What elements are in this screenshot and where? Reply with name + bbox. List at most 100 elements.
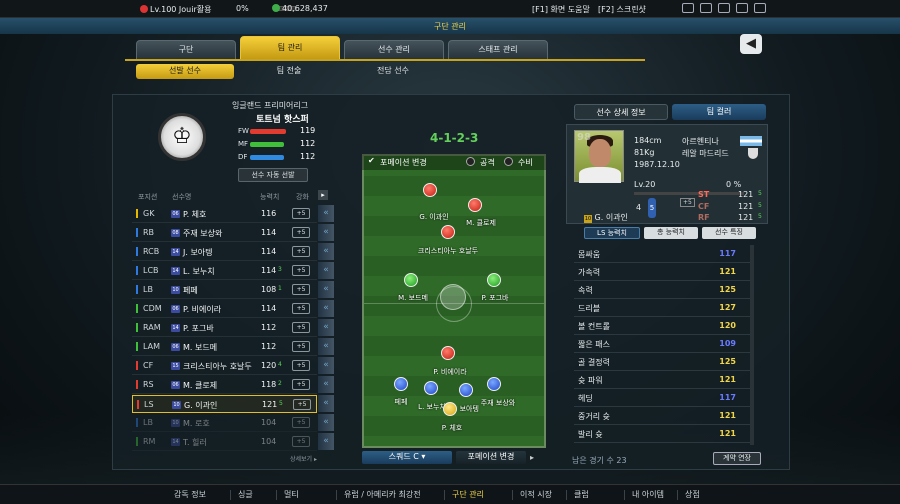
roster-row[interactable]: LAM 06 M. 보드메 112 +5	[132, 338, 317, 356]
screenshot-button[interactable]: [F2] 스크린샷	[598, 4, 646, 15]
stat-scrollbar[interactable]	[750, 245, 754, 445]
defense-toggle[interactable]	[504, 157, 513, 166]
calendar-icon[interactable]	[700, 3, 712, 13]
player-marker[interactable]	[459, 383, 473, 397]
row-chevron-icon[interactable]: «	[318, 300, 334, 317]
top-icons	[676, 3, 766, 16]
roster-row[interactable]: LB 10 페페 108 1 +5	[132, 281, 317, 299]
checklist-icon[interactable]	[718, 3, 730, 13]
player-marker[interactable]	[487, 377, 501, 391]
stat-value: 120	[719, 321, 736, 330]
bottom-nav-item[interactable]: 클럽	[574, 489, 589, 500]
menu-icon[interactable]	[754, 3, 766, 13]
back-button[interactable]: ◀	[740, 34, 762, 54]
formation-change-label[interactable]: 포메이션 변경	[380, 157, 427, 168]
roster-row[interactable]: RCB 14 J. 보아텡 114 +5	[132, 243, 317, 261]
stat-fw-bar	[250, 129, 286, 134]
row-chevron-icon[interactable]: «	[318, 243, 334, 260]
upgrade-badge[interactable]: +5	[292, 417, 310, 428]
roster-scroll-button[interactable]: ▸	[318, 190, 328, 200]
row-chevron-icon[interactable]: «	[318, 357, 334, 374]
auto-select-button[interactable]: 선수 자동 선발	[238, 168, 308, 182]
player-marker[interactable]	[424, 381, 438, 395]
subtab-dedicated[interactable]: 전담 선수	[344, 64, 442, 79]
player-traits-button[interactable]: 선수 특징	[702, 227, 756, 239]
total-stats-button[interactable]: 총 능력치	[644, 227, 698, 239]
position-label: LB	[136, 418, 153, 427]
stat-name: 가속력	[578, 268, 601, 277]
formation-arrow-icon[interactable]: ▸	[530, 453, 534, 462]
upgrade-badge[interactable]: +5	[292, 303, 310, 314]
attack-toggle[interactable]	[466, 157, 475, 166]
bottom-nav-item[interactable]: 싱글	[238, 489, 253, 500]
detail-view-link[interactable]: 상세보기 ▸	[290, 454, 317, 463]
tab-staff-management[interactable]: 스태프 관리	[448, 40, 548, 60]
chat-icon[interactable]	[736, 3, 748, 13]
player-marker[interactable]	[441, 346, 455, 360]
roster-row[interactable]: CF 15 크리스티아누 호날두 120 4 +5	[132, 357, 317, 375]
upgrade-badge[interactable]: +5	[292, 265, 310, 276]
tab-player-detail[interactable]: 선수 상세 정보	[574, 104, 668, 120]
tab-club[interactable]: 구단	[136, 40, 236, 60]
row-chevron-icon[interactable]: «	[318, 414, 334, 431]
row-chevron-icon[interactable]: «	[318, 338, 334, 355]
bottom-nav-item[interactable]: 감독 정보	[174, 489, 206, 500]
help-button[interactable]: [F1] 화면 도움말	[532, 4, 590, 15]
player-marker[interactable]	[441, 225, 455, 239]
formation-change-button[interactable]: 포메이션 변경	[456, 451, 526, 464]
upgrade-badge[interactable]: +5	[292, 341, 310, 352]
row-chevron-icon[interactable]: «	[318, 395, 334, 412]
roster-row[interactable]: LS 10 G. 이과인 121 5 +5	[132, 395, 317, 413]
upgrade-badge[interactable]: +5	[292, 208, 310, 219]
player-marker[interactable]	[423, 183, 437, 197]
roster-row[interactable]: GK 06 P. 체호 116 +5	[132, 205, 317, 223]
player-marker[interactable]	[443, 402, 457, 416]
player-marker[interactable]	[487, 273, 501, 287]
row-chevron-icon[interactable]: «	[318, 262, 334, 279]
bottom-nav-item[interactable]: 내 아이템	[632, 489, 664, 500]
mail-icon[interactable]	[682, 3, 694, 13]
ls-stats-button[interactable]: LS 능력치	[584, 227, 640, 239]
row-chevron-icon[interactable]: «	[318, 281, 334, 298]
roster-row[interactable]: RB 08 주재 보상와 114 +5	[132, 224, 317, 242]
player-rating: 114	[261, 228, 277, 237]
bottom-nav-separator	[624, 490, 625, 500]
row-chevron-icon[interactable]: «	[318, 319, 334, 336]
upgrade-badge[interactable]: +5	[292, 322, 310, 333]
upgrade-badge[interactable]: +5	[292, 284, 310, 295]
bottom-nav-item[interactable]: 멀티	[284, 489, 299, 500]
upgrade-badge[interactable]: +5	[292, 379, 310, 390]
roster-row[interactable]: LCB 14 L. 보누치 114 3 +5	[132, 262, 317, 280]
row-chevron-icon[interactable]: «	[318, 205, 334, 222]
subtab-starting[interactable]: 선발 선수	[136, 64, 234, 79]
player-marker[interactable]	[404, 273, 418, 287]
stat-value: 121	[719, 267, 736, 276]
row-chevron-icon[interactable]: «	[318, 224, 334, 241]
squad-select[interactable]: 스쿼드 C ▾	[362, 451, 452, 464]
upgrade-badge[interactable]: +5	[292, 436, 310, 447]
roster-row[interactable]: RS 06 M. 클로제 118 2 +5	[132, 376, 317, 394]
roster-row[interactable]: RAM 14 P. 포그바 112 +5	[132, 319, 317, 337]
tab-team-management[interactable]: 팀 관리	[240, 36, 340, 60]
upgrade-badge[interactable]: +5	[292, 360, 310, 371]
player-marker[interactable]	[394, 377, 408, 391]
player-marker[interactable]	[468, 198, 482, 212]
bottom-nav-item[interactable]: 유럽 / 아메리카 최강전	[344, 489, 421, 500]
bottom-nav-item[interactable]: 이적 시장	[520, 489, 552, 500]
upgrade-badge[interactable]: +5	[293, 399, 311, 410]
roster-row[interactable]: LB 10 M. 로호 104 +5	[132, 414, 317, 432]
row-chevron-icon[interactable]: «	[318, 376, 334, 393]
tab-player-management[interactable]: 선수 관리	[344, 40, 444, 60]
pos-st-label: ST	[698, 190, 710, 199]
roster-row[interactable]: RM 14 T. 힐러 104 +5	[132, 433, 317, 451]
player-rating: 112	[261, 323, 277, 332]
bottom-nav-item[interactable]: 구단 관리	[452, 489, 484, 500]
upgrade-badge[interactable]: +5	[292, 227, 310, 238]
roster-row[interactable]: CDM 06 P. 비에이라 114 +5	[132, 300, 317, 318]
subtab-tactics[interactable]: 팀 전술	[240, 64, 338, 79]
row-chevron-icon[interactable]: «	[318, 433, 334, 450]
contract-extend-button[interactable]: 계약 연장	[713, 452, 761, 465]
tab-team-color[interactable]: 팀 컬러	[672, 104, 766, 120]
upgrade-badge[interactable]: +5	[292, 246, 310, 257]
bottom-nav-item[interactable]: 상점	[685, 489, 700, 500]
